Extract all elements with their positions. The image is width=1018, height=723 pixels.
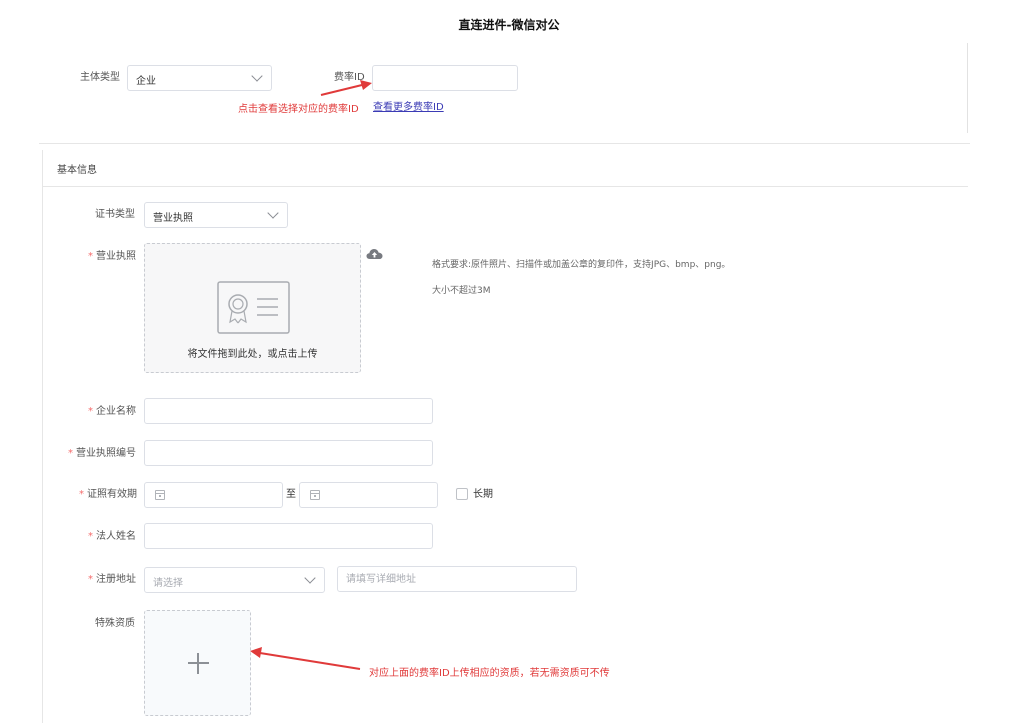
calendar-icon <box>310 490 320 500</box>
address-label-text: 注册地址 <box>96 574 136 585</box>
license-no-label-text: 营业执照编号 <box>76 448 136 459</box>
chevron-down-icon <box>251 70 263 82</box>
required-mark: * <box>88 574 93 585</box>
calendar-icon <box>155 490 165 500</box>
chevron-down-icon <box>304 572 316 584</box>
license-upload-area[interactable]: 将文件拖到此处，或点击上传 <box>144 243 361 373</box>
arrow-annotation <box>320 80 372 96</box>
cloud-upload-icon[interactable] <box>366 248 383 260</box>
subject-type-value: 企业 <box>136 76 156 87</box>
required-mark: * <box>88 406 93 417</box>
format-note: 格式要求:原件照片、扫描件或加盖公章的复印件，支持JPG、bmp、png。 <box>432 260 731 270</box>
company-name-label: * 企业名称 <box>88 405 136 419</box>
long-term-label[interactable]: 长期 <box>473 488 493 502</box>
company-name-input[interactable] <box>144 398 433 424</box>
plus-icon-vertical <box>197 653 199 674</box>
license-no-label: * 营业执照编号 <box>68 447 136 461</box>
validity-label-text: 证照有效期 <box>87 489 137 500</box>
legal-name-input[interactable] <box>144 523 433 549</box>
required-mark: * <box>88 531 93 542</box>
page-title: 直连进件-微信对公 <box>458 18 560 32</box>
legal-name-label-text: 法人姓名 <box>96 531 136 542</box>
subject-type-select[interactable]: 企业 <box>127 65 272 91</box>
required-mark: * <box>88 251 93 262</box>
long-term-checkbox[interactable] <box>456 488 468 500</box>
validity-end-date[interactable] <box>299 482 438 508</box>
company-name-label-text: 企业名称 <box>96 406 136 417</box>
subject-type-label: 主体类型 <box>80 72 120 83</box>
validity-start-date[interactable] <box>144 482 283 508</box>
section-divider <box>42 186 968 187</box>
cert-type-label: 证书类型 <box>95 209 135 220</box>
section-title: 基本信息 <box>57 165 97 176</box>
rate-id-annotation: 点击查看选择对应的费率ID <box>238 104 359 115</box>
license-label-text: 营业执照 <box>96 251 136 262</box>
arrow-annotation <box>250 647 361 670</box>
validity-label: * 证照有效期 <box>79 488 137 502</box>
cert-type-value: 营业执照 <box>153 213 193 224</box>
address-detail-input[interactable] <box>337 566 577 592</box>
address-region-select[interactable]: 请选择 <box>144 567 325 593</box>
upload-hint: 将文件拖到此处，或点击上传 <box>187 349 318 360</box>
license-label: * 营业执照 <box>88 250 136 264</box>
license-no-input[interactable] <box>144 440 433 466</box>
required-mark: * <box>79 489 84 500</box>
size-note: 大小不超过3M <box>432 286 491 296</box>
divider <box>39 143 970 144</box>
rate-id-input[interactable] <box>372 65 518 91</box>
special-qualification-label: 特殊资质 <box>95 618 135 629</box>
required-mark: * <box>68 448 73 459</box>
address-label: * 注册地址 <box>88 573 136 587</box>
chevron-down-icon <box>267 207 279 219</box>
certificate-icon <box>217 281 290 334</box>
special-qualification-upload[interactable] <box>144 610 251 716</box>
legal-name-label: * 法人姓名 <box>88 530 136 544</box>
more-rates-link[interactable]: 查看更多费率ID <box>373 98 444 113</box>
cert-type-select[interactable]: 营业执照 <box>144 202 288 228</box>
address-select-placeholder: 请选择 <box>153 578 183 589</box>
date-separator: 至 <box>286 489 296 500</box>
special-annotation: 对应上面的费率ID上传相应的资质，若无需资质可不传 <box>369 668 610 679</box>
